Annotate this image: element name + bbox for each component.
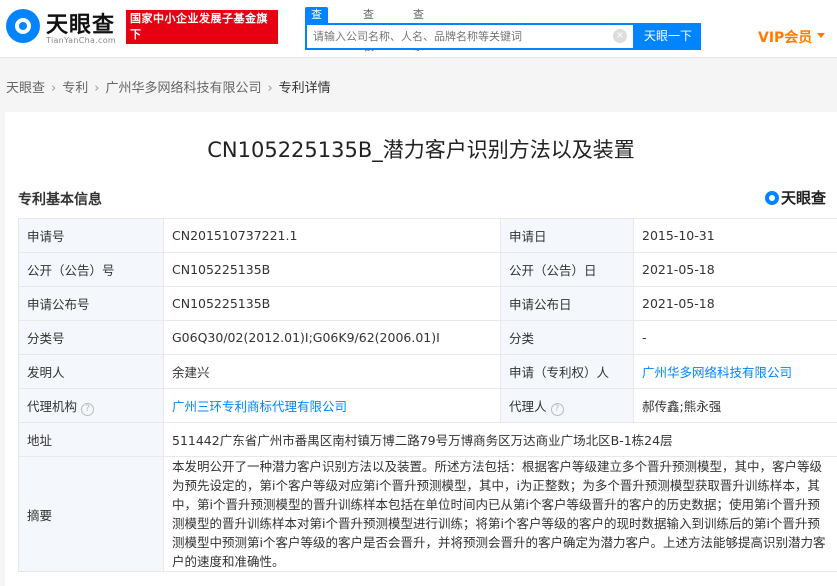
breadcrumb-company[interactable]: 广州华多网络科技有限公司 — [105, 77, 261, 96]
app-pub-no-value: CN105225135B — [163, 286, 501, 321]
app-date-value: 2015-10-31 — [633, 218, 837, 253]
brand-watermark: 天眼查 — [765, 187, 826, 208]
table-row: 地址 511442广东省广州市番禺区南村镇万博二路79号万博商务区万达商业广场北… — [18, 422, 837, 457]
table-row: 摘要 本发明公开了一种潜力客户识别方法以及装置。所述方法包括：根据客户等级建立多… — [18, 456, 837, 572]
app-no-label: 申请号 — [18, 218, 164, 253]
agency-cell: 广州三环专利商标代理有限公司 — [163, 388, 501, 423]
clear-icon[interactable]: × — [613, 29, 627, 43]
tianyancha-logo[interactable]: 天眼查 TianYanCha.com — [6, 5, 122, 49]
breadcrumb-home[interactable]: 天眼查 — [6, 77, 45, 96]
applicant-link[interactable]: 广州华多网络科技有限公司 — [642, 365, 792, 380]
eye-logo-icon — [765, 191, 779, 205]
agent-label: 代理人 — [509, 398, 547, 414]
inventor-label: 发明人 — [18, 354, 164, 389]
patent-detail-card: CN105225135B_潜力客户识别方法以及装置 专利基本信息 天眼查 申请号… — [5, 112, 837, 586]
help-icon[interactable]: ? — [550, 402, 564, 416]
search-input[interactable] — [313, 25, 613, 48]
class-no-value: G06Q30/02(2012.01)I;G06K9/62(2006.01)I — [163, 320, 501, 355]
gov-badge-line2: 官方备案企业征信机构 — [130, 44, 245, 57]
pub-no-label: 公开（公告）号 — [18, 252, 164, 287]
table-row: 申请公布号 CN105225135B 申请公布日 2021-05-18 — [18, 286, 837, 321]
app-no-value: CN201510737221.1 — [163, 218, 501, 253]
breadcrumb-current: 专利详情 — [278, 81, 331, 96]
agent-value: 郝传鑫;熊永强 — [633, 388, 837, 423]
top-header: 天眼查 TianYanCha.com 国家中小企业发展子基金旗下 官方备案企业征… — [0, 0, 837, 58]
tab-company[interactable]: 查公司 — [305, 7, 328, 53]
applicant-label: 申请（专利权）人 — [500, 354, 634, 389]
address-label: 地址 — [18, 422, 164, 457]
agent-label-cell: 代理人? — [500, 388, 634, 423]
gov-badge-line1: 国家中小企业发展子基金旗下 — [130, 12, 268, 41]
abstract-value: 本发明公开了一种潜力客户识别方法以及装置。所述方法包括：根据客户等级建立多个晋升… — [163, 456, 837, 572]
section-title: 专利基本信息 — [18, 192, 102, 208]
app-pub-date-value: 2021-05-18 — [633, 286, 837, 321]
table-row: 分类号 G06Q30/02(2012.01)I;G06K9/62(2006.01… — [18, 320, 837, 355]
app-date-label: 申请日 — [500, 218, 634, 253]
logo-subtext: TianYanCha.com — [46, 36, 116, 45]
category-value: - — [633, 320, 837, 355]
pub-date-label: 公开（公告）日 — [500, 252, 634, 287]
chevron-right-icon: › — [267, 81, 273, 96]
search-button[interactable]: 天眼一下 — [635, 23, 701, 50]
applicant-cell: 广州华多网络科技有限公司 — [633, 354, 837, 389]
app-pub-date-label: 申请公布日 — [500, 286, 634, 321]
breadcrumb-patent[interactable]: 专利 — [62, 77, 88, 96]
caret-down-icon[interactable] — [817, 33, 825, 38]
agency-link[interactable]: 广州三环专利商标代理有限公司 — [172, 399, 347, 414]
logo-text: 天眼查 — [46, 13, 116, 38]
pub-date-value: 2021-05-18 — [633, 252, 837, 287]
agency-label-cell: 代理机构? — [18, 388, 164, 423]
tab-boss[interactable]: 查老板 — [363, 7, 374, 53]
patent-info-table: 申请号 CN201510737221.1 申请日 2015-10-31 公开（公… — [18, 218, 837, 572]
help-icon[interactable]: ? — [81, 402, 95, 416]
vip-member-link[interactable]: VIP会员 — [758, 27, 812, 47]
eye-logo-icon — [6, 9, 40, 43]
chevron-right-icon: › — [94, 81, 100, 96]
class-no-label: 分类号 — [18, 320, 164, 355]
search-box: × — [305, 23, 635, 50]
agency-label: 代理机构 — [27, 398, 78, 414]
chevron-right-icon: › — [51, 81, 57, 96]
table-row: 代理机构? 广州三环专利商标代理有限公司 代理人? 郝传鑫;熊永强 — [18, 388, 837, 423]
brand-text: 天眼查 — [781, 189, 827, 207]
category-label: 分类 — [500, 320, 634, 355]
table-row: 发明人 余建兴 申请（专利权）人 广州华多网络科技有限公司 — [18, 354, 837, 389]
tab-relation[interactable]: 查关系 — [413, 7, 424, 53]
table-row: 申请号 CN201510737221.1 申请日 2015-10-31 — [18, 218, 837, 253]
breadcrumb: 天眼查 › 专利 › 广州华多网络科技有限公司 › 专利详情 — [6, 77, 331, 96]
page-title: CN105225135B_潜力客户识别方法以及装置 — [207, 138, 635, 162]
address-value: 511442广东省广州市番禺区南村镇万博二路79号万博商务区万达商业广场北区B-… — [163, 422, 837, 457]
abstract-label: 摘要 — [18, 456, 164, 572]
inventor-value: 余建兴 — [163, 354, 501, 389]
table-row: 公开（公告）号 CN105225135B 公开（公告）日 2021-05-18 — [18, 252, 837, 287]
app-pub-no-label: 申请公布号 — [18, 286, 164, 321]
pub-no-value: CN105225135B — [163, 252, 501, 287]
gov-badge[interactable]: 国家中小企业发展子基金旗下 官方备案企业征信机构 — [126, 10, 278, 57]
